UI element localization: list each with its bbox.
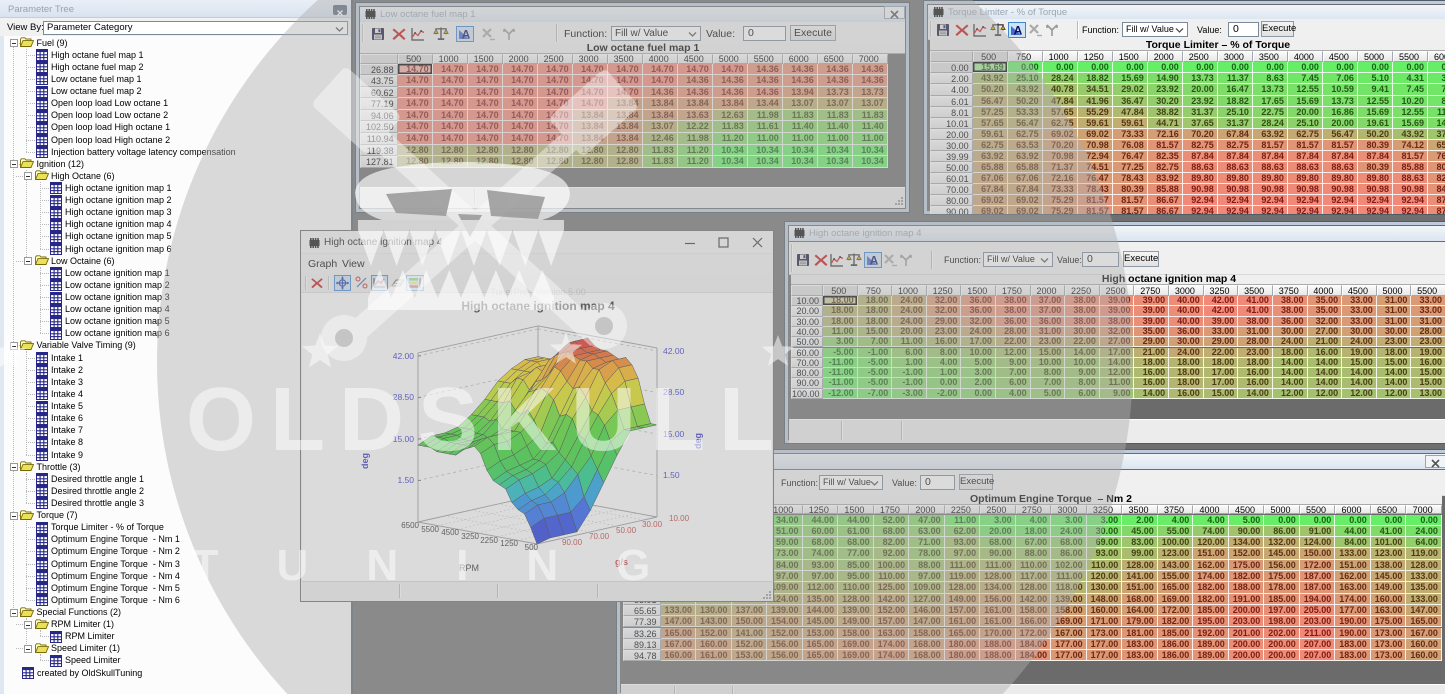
svg-text:6500: 6500	[401, 521, 419, 530]
svg-text:1250: 1250	[500, 539, 518, 548]
svg-text:42.00: 42.00	[663, 346, 685, 356]
svg-text:A: A	[1014, 24, 1023, 38]
svg-text:RPM: RPM	[459, 563, 479, 573]
svg-text:90.00: 90.00	[562, 538, 583, 547]
svg-text:15.00: 15.00	[393, 434, 415, 444]
svg-text:3250: 3250	[461, 532, 479, 541]
svg-text:1.50: 1.50	[397, 475, 414, 485]
svg-text:deg: deg	[693, 433, 703, 449]
svg-text:A: A	[462, 28, 471, 42]
svg-text:g/s: g/s	[615, 557, 628, 567]
svg-text:50.00: 50.00	[616, 526, 637, 535]
svg-text:2250: 2250	[480, 536, 498, 545]
svg-text:5500: 5500	[421, 525, 439, 534]
svg-text:4500: 4500	[441, 528, 459, 537]
svg-text:500: 500	[525, 543, 539, 552]
svg-text:30.00: 30.00	[642, 520, 663, 529]
svg-text:15.00: 15.00	[663, 429, 685, 439]
svg-text:70.00: 70.00	[589, 532, 610, 541]
svg-text:A: A	[870, 254, 879, 268]
svg-text:28.50: 28.50	[393, 392, 415, 402]
svg-text:10.00: 10.00	[669, 514, 690, 523]
svg-text:28.50: 28.50	[663, 387, 685, 397]
svg-text:42.00: 42.00	[393, 351, 415, 361]
svg-text:1.50: 1.50	[663, 470, 680, 480]
svg-text:deg: deg	[360, 453, 370, 469]
